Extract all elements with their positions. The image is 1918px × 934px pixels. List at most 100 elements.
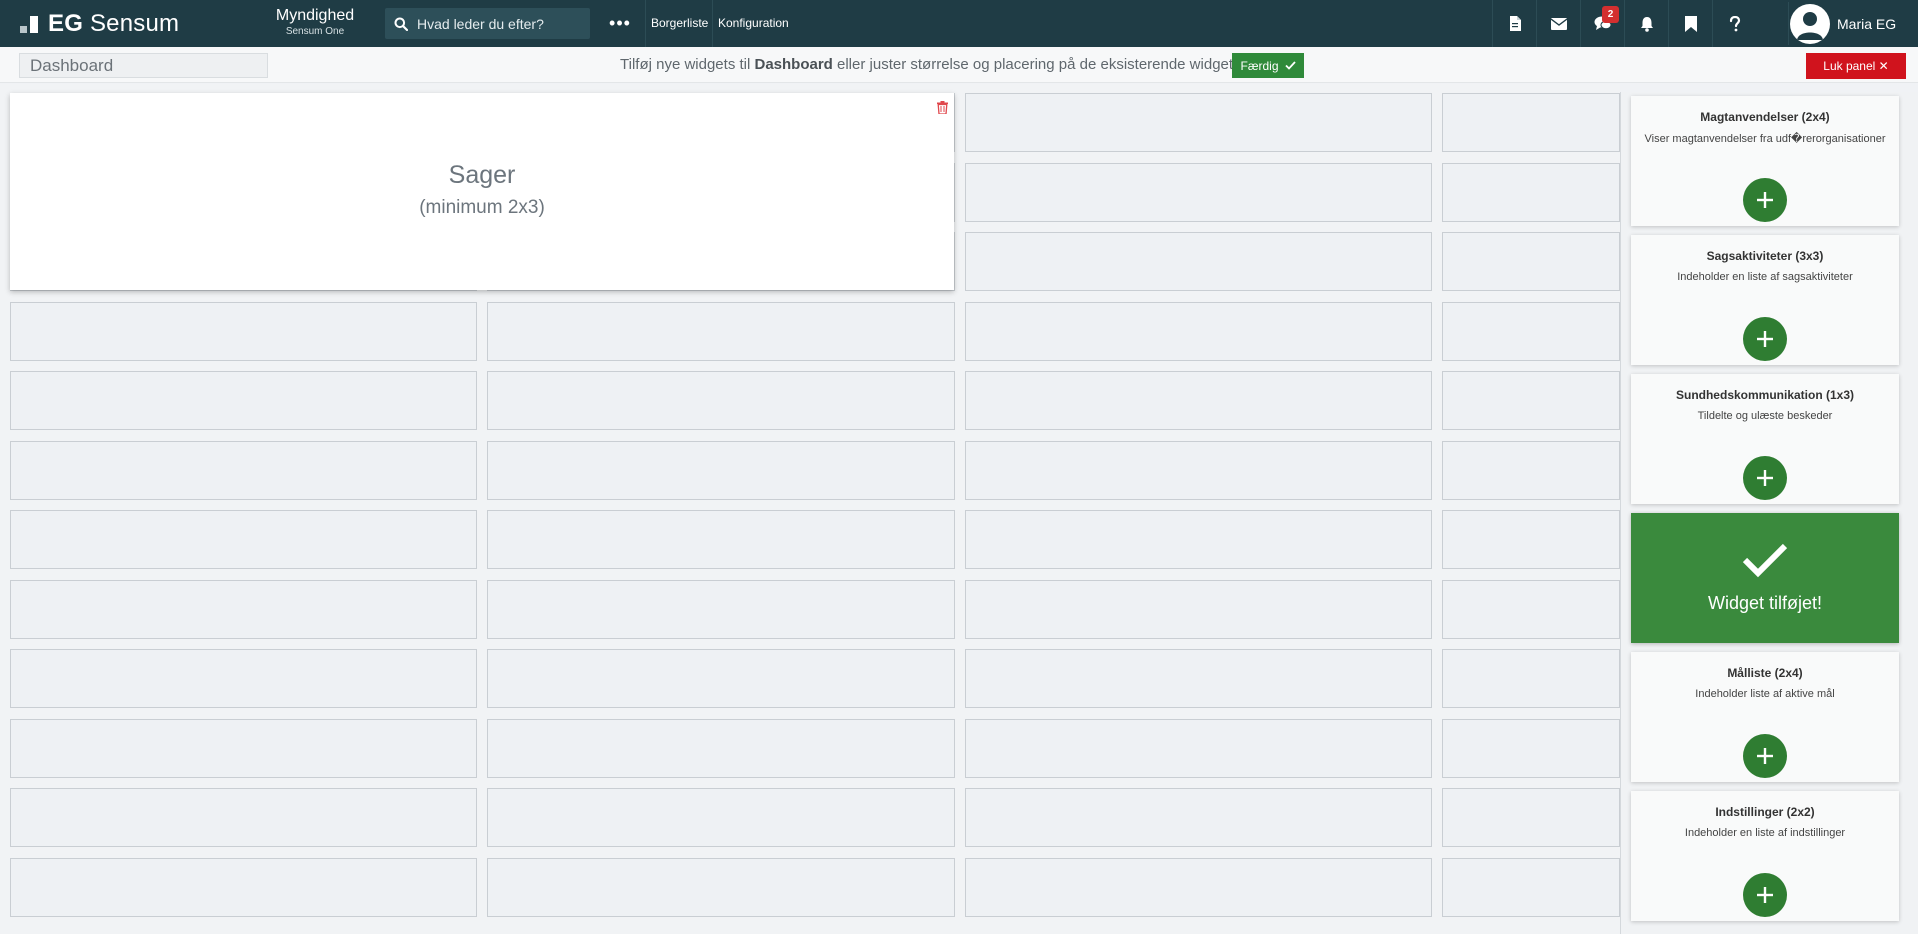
checkmark-icon	[1742, 543, 1788, 578]
grid-slot	[965, 371, 1432, 430]
done-button[interactable]: Færdig	[1232, 53, 1304, 78]
grid-slot	[1442, 163, 1620, 222]
widget-subtitle: (minimum 2x3)	[419, 197, 545, 218]
add-widget-button[interactable]	[1743, 317, 1787, 361]
context-subtitle: Sensum One	[285, 26, 345, 37]
grid-slot	[487, 719, 955, 778]
grid-slot	[965, 232, 1432, 291]
widget-card-description: Tildelte og ulæste beskeder	[1697, 410, 1833, 422]
logo-text-bold: EG	[48, 10, 84, 37]
grid-slot	[10, 510, 477, 569]
widget-added-message: Widget tilføjet!	[1707, 593, 1823, 613]
delete-widget-button[interactable]	[934, 99, 950, 115]
widget-card-title: Magtanvendelser (2x4)	[1700, 110, 1830, 124]
add-widget-button[interactable]	[1743, 178, 1787, 222]
dashboard-edit-toolbar: Tilføj nye widgets til Dashboard eller j…	[0, 47, 1918, 83]
grid-slot	[487, 788, 955, 847]
nav-konfiguration[interactable]: Konfiguration	[712, 0, 794, 47]
search-box	[385, 8, 590, 39]
grid-slot	[487, 649, 955, 708]
grid-slot	[965, 441, 1432, 500]
close-panel-button[interactable]: Luk panel ✕	[1806, 53, 1906, 79]
widget-card-title: Sagsaktiviteter (3x3)	[1706, 249, 1824, 263]
grid-slot	[965, 93, 1432, 152]
nav-borgerliste[interactable]: Borgerliste	[645, 0, 713, 47]
widget-card-title: Målliste (2x4)	[1727, 666, 1803, 680]
plus-icon	[1757, 748, 1773, 764]
widget-card-title: Indstillinger (2x2)	[1715, 805, 1815, 819]
widget-card-malliste: Målliste (2x4) Indeholder liste af aktiv…	[1631, 652, 1899, 782]
bookmarks-button[interactable]	[1668, 0, 1712, 47]
chat-button[interactable]: 2	[1580, 0, 1624, 47]
widget-card-indstillinger: Indstillinger (2x2) Indeholder en liste …	[1631, 791, 1899, 921]
grid-slot	[965, 649, 1432, 708]
document-icon	[1509, 16, 1521, 31]
widget-card-description: Indeholder en liste af sagsaktiviteter	[1677, 271, 1853, 283]
grid-slot	[487, 302, 955, 361]
user-menu[interactable]: Maria EG	[1788, 2, 1896, 45]
grid-slot	[1442, 580, 1620, 639]
add-widget-button[interactable]	[1743, 734, 1787, 778]
notifications-button[interactable]	[1624, 0, 1668, 47]
plus-icon	[1757, 192, 1773, 208]
grid-slot	[965, 510, 1432, 569]
search-icon	[385, 17, 417, 31]
add-widget-button[interactable]	[1743, 873, 1787, 917]
envelope-icon	[1550, 17, 1567, 30]
grid-slot	[1442, 302, 1620, 361]
widget-card-magtanvendelser: Magtanvendelser (2x4) Viser magtanvendel…	[1631, 96, 1899, 226]
bookmark-icon	[1684, 15, 1697, 32]
grid-slot	[1442, 719, 1620, 778]
grid-slot	[1442, 788, 1620, 847]
plus-icon	[1757, 331, 1773, 347]
trash-icon	[936, 100, 948, 114]
grid-slot	[1442, 232, 1620, 291]
context-title: Myndighed	[275, 7, 355, 24]
grid-slot	[1442, 93, 1620, 152]
checkmark-icon	[1284, 61, 1296, 70]
messages-button[interactable]	[1536, 0, 1580, 47]
dashboard-name-input[interactable]	[19, 53, 268, 78]
grid-slot	[965, 302, 1432, 361]
widget-sager[interactable]: Sager (minimum 2x3)	[10, 93, 954, 290]
widget-card-sundhedskommunikation: Sundhedskommunikation (1x3) Tildelte og …	[1631, 374, 1899, 504]
more-menu-button[interactable]: •••	[604, 8, 636, 39]
widget-title: Sager	[448, 161, 516, 189]
grid-slot	[10, 580, 477, 639]
grid-slot	[10, 649, 477, 708]
top-navigation-bar: EG Sensum Myndighed Sensum One ••• Borge…	[0, 0, 1918, 47]
search-input[interactable]	[417, 15, 582, 32]
widget-added-confirmation: Widget tilføjet!	[1631, 513, 1899, 643]
grid-slot	[487, 371, 955, 430]
context-switcher[interactable]: Myndighed Sensum One	[268, 6, 362, 38]
edit-hint-text: Tilføj nye widgets til Dashboard eller j…	[620, 56, 1241, 73]
plus-icon	[1757, 887, 1773, 903]
bell-icon	[1640, 16, 1653, 32]
add-widget-button[interactable]	[1743, 456, 1787, 500]
grid-slot	[965, 788, 1432, 847]
user-icon	[1797, 11, 1823, 40]
grid-slot	[487, 510, 955, 569]
widget-card-description: Viser magtanvendelser fra udf�rerorganis…	[1644, 133, 1886, 145]
grid-slot	[1442, 371, 1620, 430]
grid-slot	[487, 858, 955, 917]
grid-slot	[10, 788, 477, 847]
grid-slot	[1442, 649, 1620, 708]
grid-slot	[965, 580, 1432, 639]
user-name: Maria EG	[1837, 15, 1897, 32]
eg-sensum-logo[interactable]: EG Sensum	[20, 10, 179, 38]
grid-slot	[487, 580, 955, 639]
grid-slot	[1442, 441, 1620, 500]
done-button-label: Færdig	[1240, 58, 1279, 73]
grid-slot	[1442, 858, 1620, 917]
grid-slot	[965, 719, 1432, 778]
plus-icon	[1757, 470, 1773, 486]
document-button[interactable]	[1492, 0, 1536, 47]
logo-text: Sensum	[89, 10, 180, 37]
grid-slot	[965, 858, 1432, 917]
grid-slot	[10, 858, 477, 917]
notification-badge: 2	[1602, 6, 1619, 23]
grid-slot	[487, 441, 955, 500]
help-button[interactable]	[1712, 0, 1756, 47]
avatar	[1790, 3, 1830, 44]
